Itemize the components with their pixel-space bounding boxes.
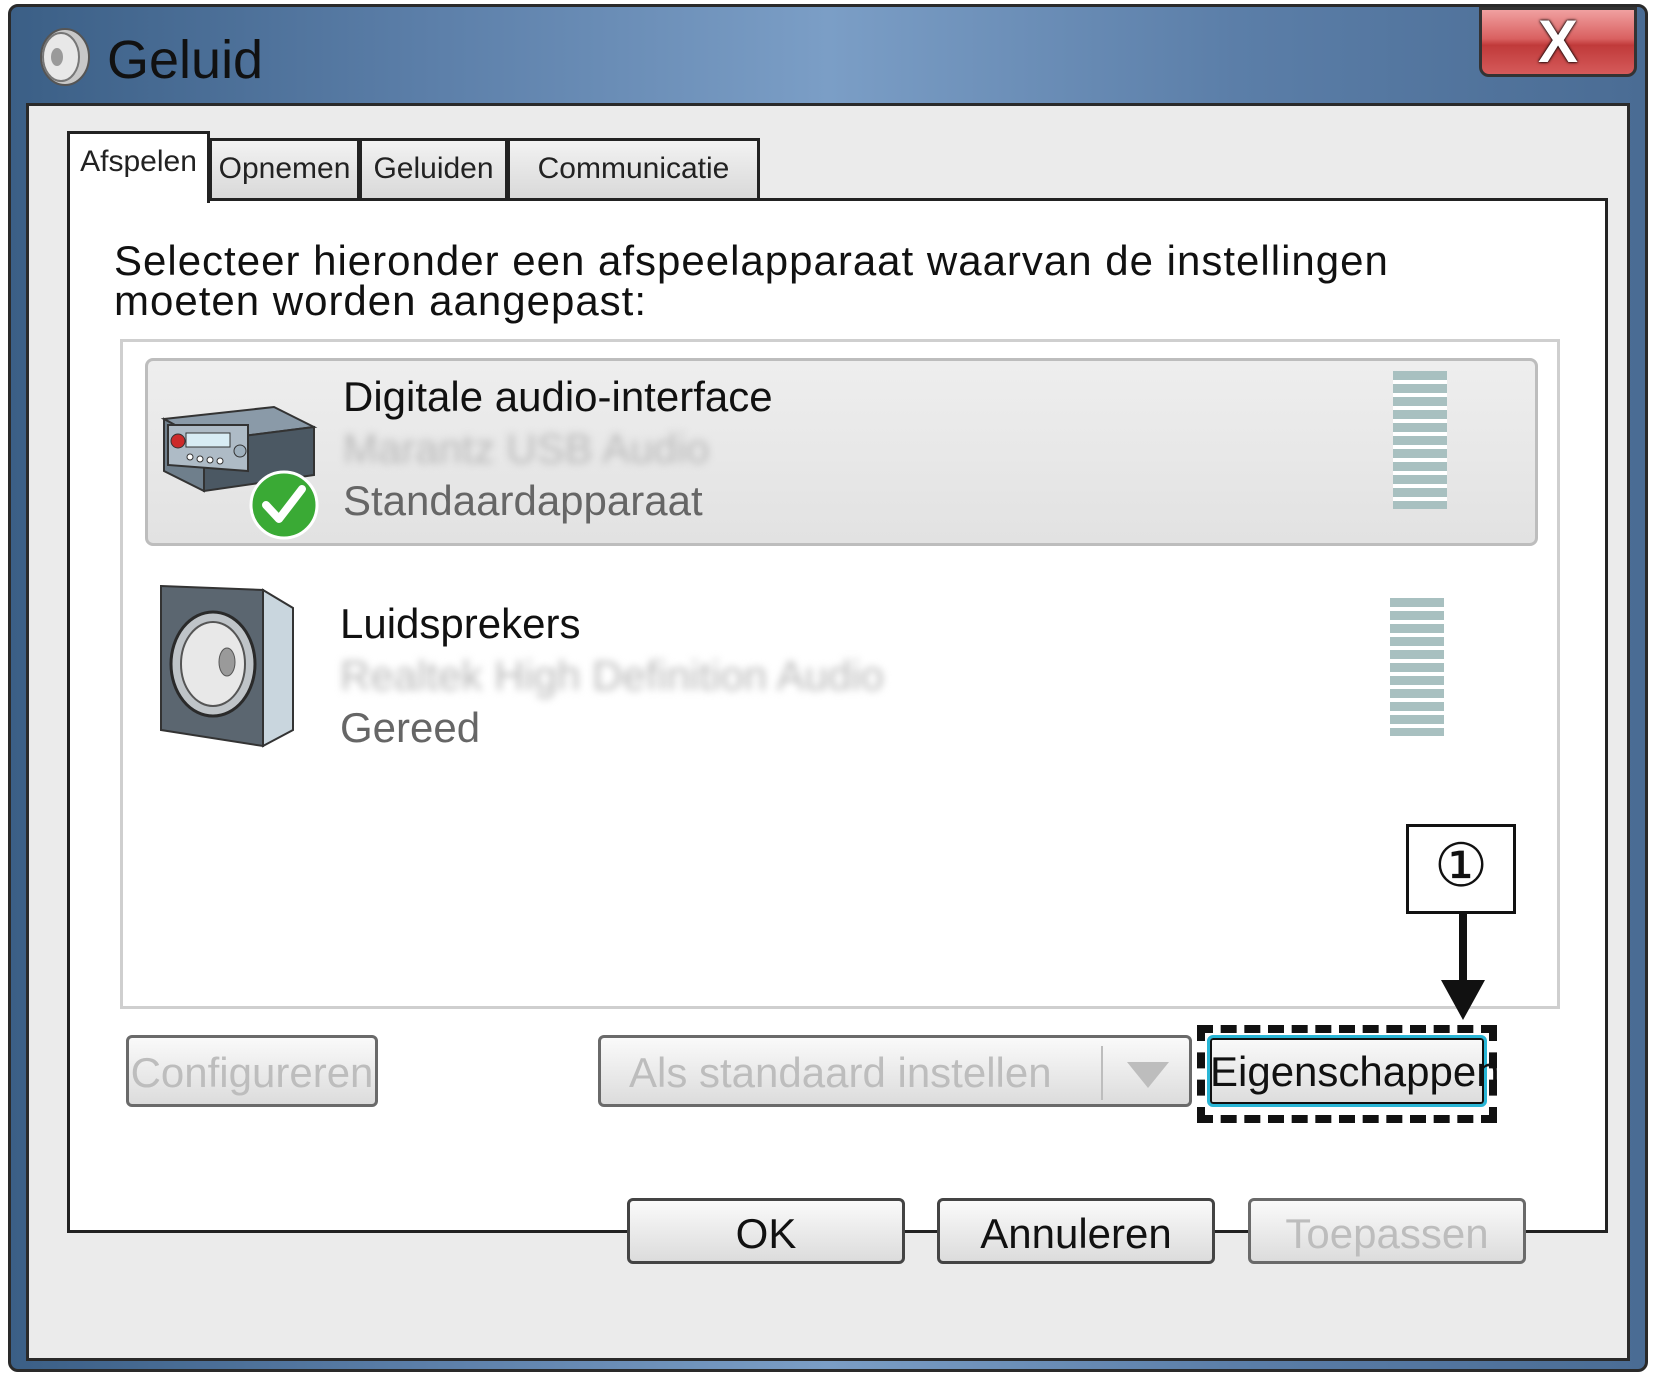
ok-button[interactable]: OK: [627, 1198, 905, 1264]
chevron-down-icon[interactable]: [1125, 1060, 1171, 1090]
tab-afspelen[interactable]: Afspelen: [67, 131, 210, 203]
close-button[interactable]: X: [1479, 7, 1637, 77]
instruction-text: Selecteer hieronder een afspeelapparaat …: [114, 237, 1389, 324]
device-name: Digitale audio-interface: [343, 373, 773, 420]
device-list: Digitale audio-interface Marantz USB Aud…: [120, 339, 1560, 1020]
speaker-icon: [160, 584, 294, 748]
tab-geluiden[interactable]: Geluiden: [359, 138, 508, 198]
device-status: Standaardapparaat: [343, 477, 703, 524]
device-item-digital-interface[interactable]: Digitale audio-interface Marantz USB Aud…: [145, 358, 1538, 546]
sound-dialog: Geluid X Afspelen Opnemen Geluiden Commu…: [8, 4, 1648, 1372]
level-meter: [1393, 371, 1447, 509]
split-divider: [1101, 1046, 1103, 1100]
device-driver: Marantz USB Audio: [343, 425, 710, 472]
properties-button[interactable]: Eigenschappen: [1207, 1035, 1500, 1107]
level-meter: [1390, 598, 1444, 736]
device-driver: Realtek High Definition Audio: [340, 652, 884, 699]
speaker-app-icon: [40, 28, 90, 86]
window-title: Geluid: [107, 30, 264, 90]
cancel-button[interactable]: Annuleren: [937, 1198, 1215, 1264]
tab-communicatie[interactable]: Communicatie: [507, 138, 760, 198]
set-default-button[interactable]: Als standaard instellen: [598, 1035, 1192, 1107]
device-name: Luidsprekers: [340, 600, 581, 647]
set-default-label: Als standaard instellen: [629, 1049, 1052, 1096]
device-item-speakers[interactable]: Luidsprekers Realtek High Definition Aud…: [145, 584, 1538, 776]
apply-button[interactable]: Toepassen: [1248, 1198, 1526, 1264]
dialog-body: Afspelen Opnemen Geluiden Communicatie S…: [26, 103, 1630, 1361]
configure-button[interactable]: Configureren: [126, 1035, 378, 1107]
arrow-down-icon: [1441, 912, 1485, 1020]
device-status: Gereed: [340, 704, 481, 751]
annotation-marker: ①: [1406, 824, 1516, 914]
annotation-number: ①: [1434, 832, 1488, 899]
playback-panel: Selecteer hieronder een afspeelapparaat …: [67, 198, 1608, 1233]
tab-opnemen[interactable]: Opnemen: [209, 138, 360, 198]
check-icon: [249, 470, 319, 540]
title-bar: Geluid X: [11, 7, 1645, 103]
